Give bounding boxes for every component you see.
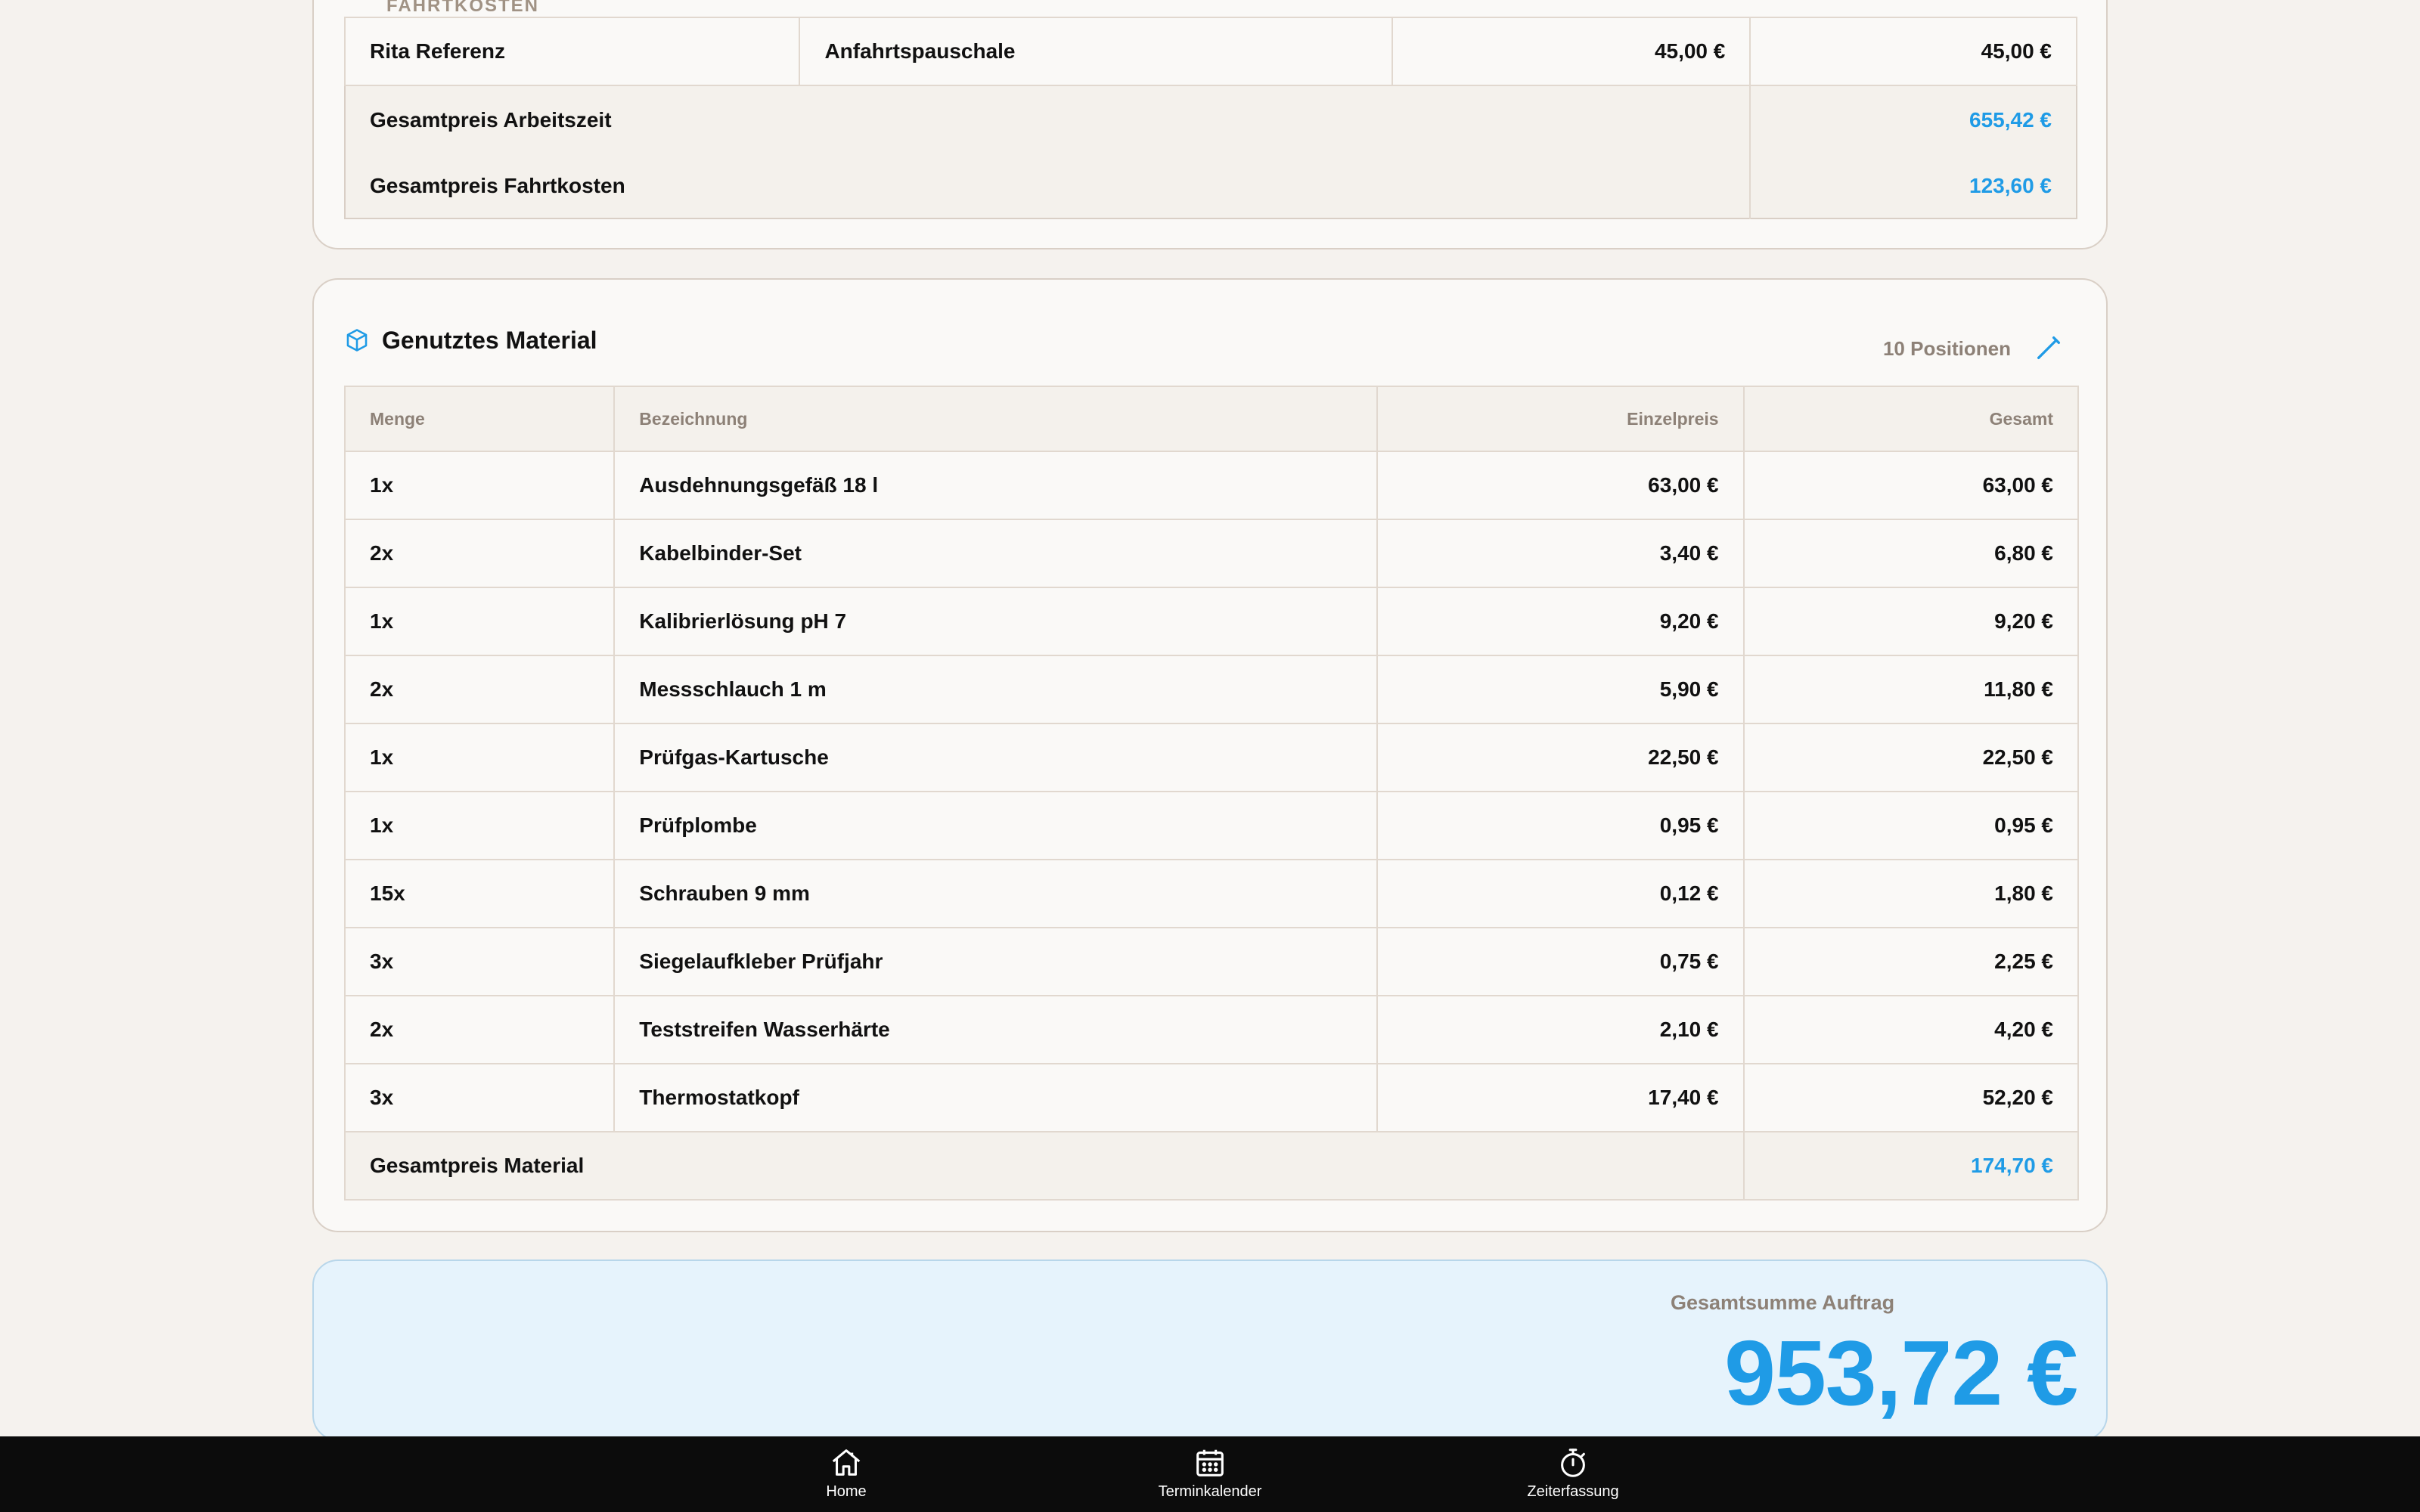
material-table: Menge Bezeichnung Einzelpreis Gesamt 1x … bbox=[343, 386, 2080, 1201]
nav-time-label: Zeiterfassung bbox=[1527, 1483, 1619, 1500]
table-row: Rita Referenz Anfahrtspauschale 45,00 € … bbox=[343, 17, 2077, 86]
nav-calendar[interactable]: Terminkalender bbox=[1119, 1445, 1301, 1510]
sum-row-travel: Gesamtpreis Fahrtkosten 123,60 € bbox=[345, 153, 2077, 218]
sum-work-label: Gesamtpreis Arbeitszeit bbox=[345, 85, 1751, 153]
cell-qty: 3x bbox=[343, 1063, 616, 1132]
travel-costs-card: Fahrtkosten Rita Referenz Anfahrtspausch… bbox=[312, 0, 2108, 249]
cell-qty: 1x bbox=[343, 723, 616, 792]
home-icon bbox=[832, 1449, 861, 1476]
cell-qty: 2x bbox=[343, 655, 616, 724]
travel-section-label: Fahrtkosten bbox=[386, 0, 539, 16]
cell-unit: 22,50 € bbox=[1376, 723, 1745, 792]
bottom-navigation: Home Terminkalender Zeiterfassung bbox=[0, 1436, 2420, 1512]
cell-qty: 15x bbox=[343, 859, 616, 928]
sum-travel-value: 123,60 € bbox=[1749, 153, 2077, 218]
cell-name: Kalibrierlösung pH 7 bbox=[613, 587, 1379, 656]
cell-qty: 2x bbox=[343, 995, 616, 1064]
cell-unit: 5,90 € bbox=[1376, 655, 1745, 724]
nav-home-label: Home bbox=[826, 1483, 867, 1500]
material-count: 10 Positionen bbox=[1882, 337, 2011, 360]
nav-time-tracking[interactable]: Zeiterfassung bbox=[1482, 1445, 1664, 1510]
cell-total: 11,80 € bbox=[1742, 655, 2080, 724]
nav-home[interactable]: Home bbox=[755, 1445, 937, 1510]
travel-unit-price: 45,00 € bbox=[1391, 17, 1751, 86]
cell-total: 1,80 € bbox=[1742, 859, 2080, 928]
nav-calendar-label: Terminkalender bbox=[1158, 1483, 1262, 1500]
table-row: 3x Thermostatkopf 17,40 € 52,20 € bbox=[343, 1063, 2080, 1132]
cell-unit: 2,10 € bbox=[1376, 995, 1745, 1064]
cell-unit: 0,12 € bbox=[1376, 859, 1745, 928]
order-total-label: Gesamtsumme Auftrag bbox=[1671, 1291, 1895, 1314]
travel-item: Anfahrtspauschale bbox=[799, 17, 1393, 86]
cell-total: 22,50 € bbox=[1742, 723, 2080, 792]
edit-pencil-icon[interactable] bbox=[2034, 333, 2064, 363]
cell-total: 52,20 € bbox=[1742, 1063, 2080, 1132]
cell-name: Thermostatkopf bbox=[613, 1063, 1379, 1132]
material-title: Genutztes Material bbox=[382, 326, 597, 354]
table-row: 1x Prüfgas-Kartusche 22,50 € 22,50 € bbox=[343, 723, 2080, 792]
stopwatch-icon bbox=[1561, 1448, 1585, 1477]
sum-travel-label: Gesamtpreis Fahrtkosten bbox=[345, 153, 1751, 218]
sum-material-label: Gesamtpreis Material bbox=[344, 1131, 1745, 1201]
material-header: Genutztes Material 10 Positionen bbox=[344, 310, 2079, 370]
sum-row-work: Gesamtpreis Arbeitszeit 655,42 € bbox=[345, 85, 2077, 153]
travel-costs-table: Rita Referenz Anfahrtspauschale 45,00 € … bbox=[343, 17, 2077, 219]
table-row: 1x Prüfplombe 0,95 € 0,95 € bbox=[343, 791, 2080, 860]
table-row: 3x Siegelaufkleber Prüfjahr 0,75 € 2,25 … bbox=[343, 927, 2080, 996]
cell-name: Ausdehnungsgefäß 18 l bbox=[613, 451, 1379, 520]
cell-unit: 0,75 € bbox=[1376, 927, 1745, 996]
cell-qty: 1x bbox=[343, 791, 616, 860]
cell-name: Prüfplombe bbox=[613, 791, 1379, 860]
cell-name: Siegelaufkleber Prüfjahr bbox=[613, 927, 1379, 996]
table-row: 2x Kabelbinder-Set 3,40 € 6,80 € bbox=[343, 519, 2080, 588]
col-header-qty: Menge bbox=[343, 386, 616, 452]
table-row: 1x Ausdehnungsgefäß 18 l 63,00 € 63,00 € bbox=[343, 451, 2080, 520]
travel-employee: Rita Referenz bbox=[343, 17, 801, 86]
cell-unit: 0,95 € bbox=[1376, 791, 1745, 860]
material-card: Genutztes Material 10 Positionen Menge B… bbox=[312, 278, 2108, 1232]
cell-name: Schrauben 9 mm bbox=[613, 859, 1379, 928]
col-header-unit: Einzelpreis bbox=[1376, 386, 1745, 452]
cell-qty: 2x bbox=[343, 519, 616, 588]
cell-unit: 63,00 € bbox=[1376, 451, 1745, 520]
table-header-row: Menge Bezeichnung Einzelpreis Gesamt bbox=[343, 386, 2080, 452]
cell-unit: 9,20 € bbox=[1376, 587, 1745, 656]
cell-total: 6,80 € bbox=[1742, 519, 2080, 588]
cell-name: Kabelbinder-Set bbox=[613, 519, 1379, 588]
page: Fahrtkosten Rita Referenz Anfahrtspausch… bbox=[0, 0, 2420, 1512]
sum-work-value: 655,42 € bbox=[1749, 85, 2077, 153]
col-header-total: Gesamt bbox=[1742, 386, 2080, 452]
sum-row-material: Gesamtpreis Material 174,70 € bbox=[344, 1131, 2080, 1201]
cell-unit: 3,40 € bbox=[1376, 519, 1745, 588]
cell-total: 63,00 € bbox=[1742, 451, 2080, 520]
col-header-name: Bezeichnung bbox=[613, 386, 1379, 452]
order-total-value: 953,72 € bbox=[1724, 1321, 2078, 1424]
calendar-icon bbox=[1196, 1449, 1224, 1476]
order-total-card: Gesamtsumme Auftrag 953,72 € bbox=[312, 1259, 2108, 1441]
sum-material-value: 174,70 € bbox=[1742, 1131, 2080, 1201]
cube-icon bbox=[346, 329, 368, 352]
cell-total: 2,25 € bbox=[1742, 927, 2080, 996]
table-row: 1x Kalibrierlösung pH 7 9,20 € 9,20 € bbox=[343, 587, 2080, 656]
cell-name: Prüfgas-Kartusche bbox=[613, 723, 1379, 792]
cell-name: Teststreifen Wasserhärte bbox=[613, 995, 1379, 1064]
travel-total: 45,00 € bbox=[1749, 17, 2077, 86]
cell-qty: 3x bbox=[343, 927, 616, 996]
table-row: 2x Messschlauch 1 m 5,90 € 11,80 € bbox=[343, 655, 2080, 724]
table-row: 15x Schrauben 9 mm 0,12 € 1,80 € bbox=[343, 859, 2080, 928]
cell-qty: 1x bbox=[343, 587, 616, 656]
cell-total: 9,20 € bbox=[1742, 587, 2080, 656]
cell-name: Messschlauch 1 m bbox=[613, 655, 1379, 724]
cell-total: 4,20 € bbox=[1742, 995, 2080, 1064]
cell-unit: 17,40 € bbox=[1376, 1063, 1745, 1132]
cell-qty: 1x bbox=[343, 451, 616, 520]
cell-total: 0,95 € bbox=[1742, 791, 2080, 860]
table-row: 2x Teststreifen Wasserhärte 2,10 € 4,20 … bbox=[343, 995, 2080, 1064]
